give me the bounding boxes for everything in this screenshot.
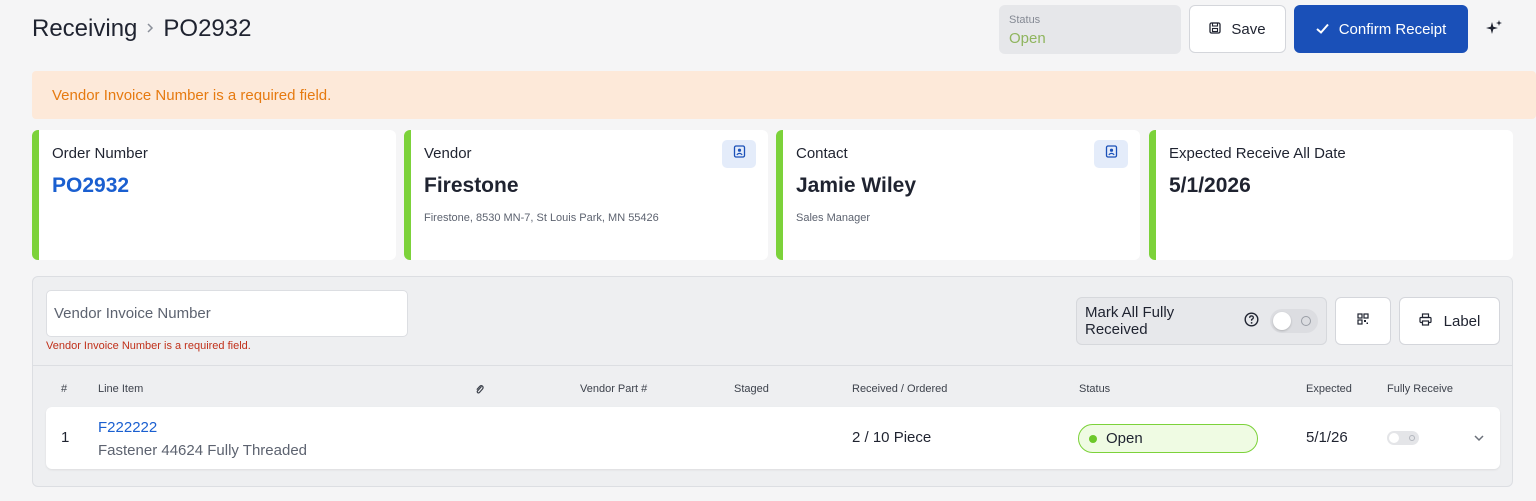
column-header-vendor-part[interactable]: Vendor Part # — [580, 383, 647, 395]
mark-all-received: Mark All Fully Received — [1076, 297, 1327, 345]
confirm-receipt-button[interactable]: Confirm Receipt — [1294, 5, 1468, 53]
column-header-staged[interactable]: Staged — [734, 383, 769, 395]
column-header-index: # — [61, 383, 68, 395]
status-field: Status Open — [999, 5, 1181, 54]
item-description: Fastener 44624 Fully Threaded — [98, 442, 308, 459]
label-button[interactable]: Label — [1399, 297, 1500, 345]
qr-code-button[interactable] — [1335, 297, 1391, 345]
invoice-error: Vendor Invoice Number is a required fiel… — [46, 340, 251, 352]
expected-date: 5/1/2026 — [1169, 174, 1251, 197]
column-header-received-ordered[interactable]: Received / Ordered — [852, 383, 947, 395]
save-icon — [1209, 21, 1222, 38]
status-dot — [1089, 434, 1097, 443]
vendor-name: Firestone — [424, 174, 519, 197]
card-title: Vendor — [424, 145, 472, 162]
contact-card-icon — [1105, 145, 1118, 163]
page-title: PO2932 — [163, 15, 252, 42]
chevron-down-icon[interactable] — [1473, 431, 1485, 449]
expected-date-cell: 5/1/26 — [1306, 429, 1348, 446]
breadcrumb-root[interactable]: Receiving — [32, 15, 137, 43]
help-icon[interactable] — [1244, 311, 1259, 331]
fully-receive-toggle[interactable] — [1387, 431, 1419, 445]
column-header-line-item[interactable]: Line Item — [98, 383, 143, 395]
card-title: Order Number — [52, 145, 148, 162]
status-value: Open — [1009, 30, 1046, 47]
status-badge: Open — [1078, 424, 1258, 453]
vendor-invoice-input[interactable] — [46, 290, 408, 337]
line-items-panel: Vendor Invoice Number is a required fiel… — [32, 276, 1513, 487]
expected-date-card: Expected Receive All Date 5/1/2026 — [1149, 130, 1513, 260]
contact-details-button[interactable] — [1094, 140, 1128, 168]
sparkle-icon[interactable] — [1484, 18, 1504, 38]
paperclip-icon — [475, 383, 484, 398]
contact-name: Jamie Wiley — [796, 174, 917, 197]
divider — [33, 365, 1512, 366]
alert-message: Vendor Invoice Number is a required fiel… — [52, 86, 332, 104]
save-button[interactable]: Save — [1189, 5, 1286, 53]
vendor-address: Firestone, 8530 MN-7, St Louis Park, MN … — [424, 212, 659, 224]
card-title: Contact — [796, 145, 848, 162]
column-header-fully-receive[interactable]: Fully Receive — [1387, 383, 1453, 395]
row-index: 1 — [61, 429, 70, 446]
status-badge-label: Open — [1106, 430, 1143, 447]
item-code-link[interactable]: F222222 — [98, 419, 157, 436]
label-button-text: Label — [1443, 312, 1481, 330]
error-alert: Vendor Invoice Number is a required fiel… — [32, 71, 1536, 119]
qr-code-icon — [1357, 312, 1369, 330]
printer-icon — [1419, 312, 1432, 330]
save-label: Save — [1231, 20, 1266, 38]
vendor-details-button[interactable] — [722, 140, 756, 168]
vendor-card: Vendor Firestone Firestone, 8530 MN-7, S… — [404, 130, 768, 260]
confirm-label: Confirm Receipt — [1338, 20, 1447, 38]
check-icon — [1316, 21, 1329, 38]
contact-role: Sales Manager — [796, 212, 870, 224]
column-header-expected[interactable]: Expected — [1306, 383, 1352, 395]
breadcrumb: Receiving PO2932 — [32, 14, 251, 44]
contact-card-icon — [733, 145, 746, 163]
mark-all-toggle[interactable] — [1270, 309, 1318, 333]
status-label: Status — [1009, 14, 1041, 26]
chevron-right-icon — [145, 20, 155, 38]
card-title: Expected Receive All Date — [1169, 145, 1346, 162]
mark-all-label: Mark All Fully Received — [1085, 304, 1175, 338]
column-header-status[interactable]: Status — [1079, 383, 1110, 395]
table-row[interactable]: 1 F222222 Fastener 44624 Fully Threaded … — [46, 407, 1500, 469]
order-number-link[interactable]: PO2932 — [52, 174, 383, 198]
order-number-card: Order Number PO2932 — [32, 130, 396, 260]
received-ordered: 2 / 10 Piece — [852, 429, 932, 446]
contact-card: Contact Jamie Wiley Sales Manager — [776, 130, 1140, 260]
